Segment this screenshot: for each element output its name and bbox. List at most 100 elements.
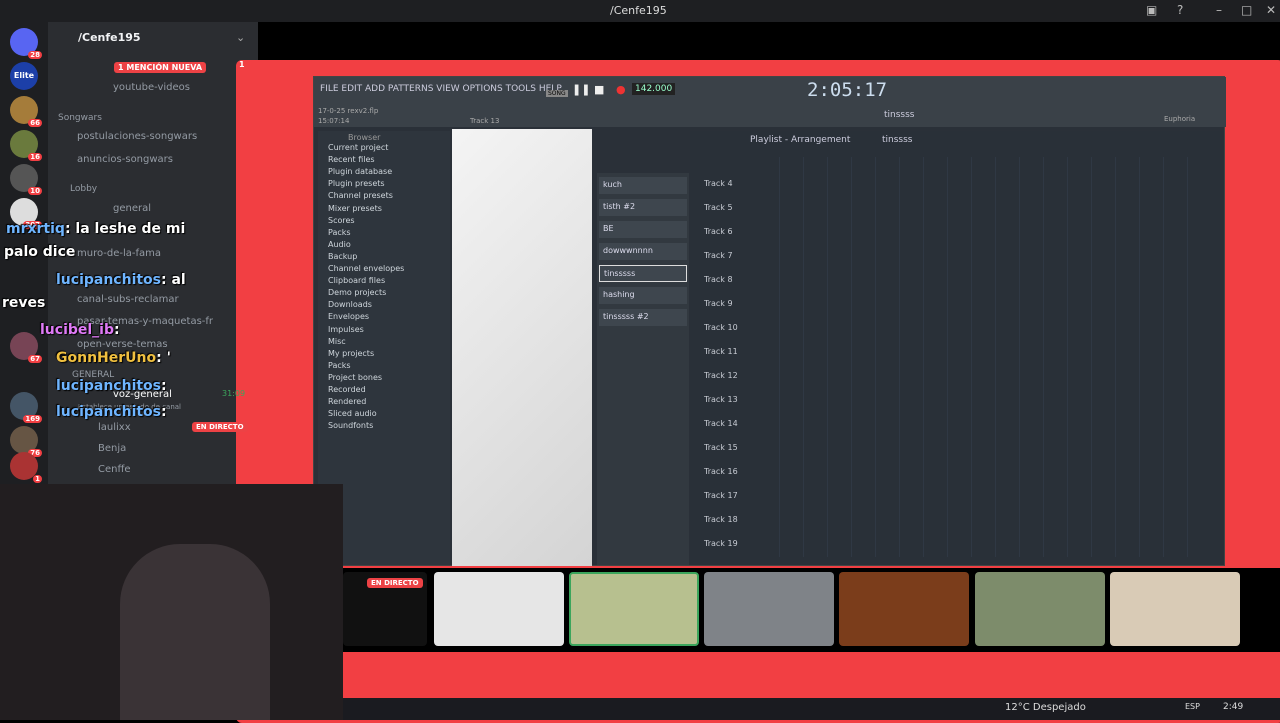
channel-muro[interactable]: muro-de-la-fama (77, 248, 161, 259)
track-label[interactable]: Track 8 (704, 275, 733, 284)
pattern-item[interactable]: tisth #2 (599, 199, 687, 216)
browser-item[interactable]: Plugin presets (328, 179, 385, 188)
server-icon[interactable]: 16 (10, 130, 42, 161)
pattern-item[interactable]: tinsssss #2 (599, 309, 687, 326)
taskbar: 12°C Despejado ESP 2:49 (343, 698, 1280, 720)
browser-item[interactable]: Current project (328, 143, 388, 152)
playlist-grid[interactable] (779, 157, 1199, 557)
track-label[interactable]: Track 6 (704, 227, 733, 236)
browser-item[interactable]: Scores (328, 216, 355, 225)
track-label[interactable]: Track 4 (704, 179, 733, 188)
channel-youtube-videos[interactable]: youtube-videos (113, 82, 190, 93)
category-songwars[interactable]: Songwars (58, 113, 102, 123)
server-icon[interactable]: 28 (10, 28, 42, 59)
participant-tile[interactable] (975, 572, 1105, 646)
fl-studio-window[interactable]: FILE EDIT ADD PATTERNS VIEW OPTIONS TOOL… (313, 76, 1226, 566)
track-label[interactable]: Track 13 (704, 395, 738, 404)
track-label[interactable]: Track 9 (704, 299, 733, 308)
track-label[interactable]: Track 18 (704, 515, 738, 524)
server-name[interactable]: /Cenfe195 (78, 31, 141, 44)
playlist-pattern[interactable]: tinssss (882, 135, 913, 145)
close-icon[interactable]: ✕ (1266, 3, 1276, 17)
channel-anuncios[interactable]: anuncios-songwars (77, 154, 173, 165)
song-toggle[interactable]: SONG (546, 90, 568, 97)
track-label[interactable]: Track 10 (704, 323, 738, 332)
tempo-display[interactable]: 142.000 (632, 83, 676, 95)
participant-tile[interactable] (1110, 572, 1240, 646)
server-icon[interactable]: 76 (10, 426, 42, 457)
server-icon[interactable]: 67 (10, 332, 42, 363)
track-label[interactable]: Track 17 (704, 491, 738, 500)
track-label[interactable]: Track 19 (704, 539, 738, 548)
browser-item[interactable]: Channel presets (328, 191, 393, 200)
weather-text[interactable]: 12°C Despejado (1005, 702, 1086, 713)
help-icon[interactable]: ? (1177, 3, 1183, 17)
browser-item[interactable]: Envelopes (328, 312, 369, 321)
pattern-item[interactable]: BE (599, 221, 687, 238)
browser-item[interactable]: Impulses (328, 325, 364, 334)
track-label[interactable]: Track 12 (704, 371, 738, 380)
track-label[interactable]: Track 14 (704, 419, 738, 428)
browser-item[interactable]: Plugin database (328, 167, 392, 176)
browser-item[interactable]: Misc (328, 337, 346, 346)
screen-share-tile[interactable]: EN DIRECTO (343, 572, 427, 646)
live-badge: EN DIRECTO (367, 578, 423, 588)
channel-open-verse[interactable]: open-verse-temas (77, 339, 168, 350)
mention-badge[interactable]: 1 MENCIÓN NUEVA (114, 62, 207, 73)
participant-tile[interactable] (839, 572, 969, 646)
browser-item[interactable]: Packs (328, 228, 351, 237)
track-label[interactable]: Track 16 (704, 467, 738, 476)
pattern-item[interactable]: dowwwnnnn (599, 243, 687, 260)
voice-user[interactable]: laulixx (98, 422, 131, 433)
browser-item[interactable]: Backup (328, 252, 357, 261)
maximize-icon[interactable]: □ (1241, 3, 1252, 17)
voice-user[interactable]: Cenffe (98, 464, 131, 475)
browser-item[interactable]: Soundfonts (328, 421, 373, 430)
stop-icon[interactable]: ■ (594, 83, 604, 96)
browser-item[interactable]: Packs (328, 361, 351, 370)
chevron-down-icon[interactable]: ⌄ (236, 31, 245, 44)
participant-tile[interactable] (434, 572, 564, 646)
browser-item[interactable]: Recent files (328, 155, 375, 164)
participant-tile[interactable] (704, 572, 834, 646)
browser-item[interactable]: Downloads (328, 300, 372, 309)
channel-subs[interactable]: canal-subs-reclamar (77, 294, 179, 305)
track-label[interactable]: Track 7 (704, 251, 733, 260)
server-icon[interactable]: 1 (10, 452, 42, 483)
browser-item[interactable]: My projects (328, 349, 374, 358)
pattern-item[interactable]: tinsssss (599, 265, 687, 282)
server-icon[interactable]: 66 (10, 96, 42, 127)
fl-menu[interactable]: FILE EDIT ADD PATTERNS VIEW OPTIONS TOOL… (320, 84, 562, 94)
clock[interactable]: 2:49 (1223, 702, 1243, 712)
pattern-selector[interactable]: tinssss (884, 110, 915, 120)
lang-indicator[interactable]: ESP (1185, 702, 1200, 711)
server-icon[interactable]: Elite (10, 62, 38, 90)
browser-item[interactable]: Mixer presets (328, 204, 382, 213)
pattern-item[interactable]: kuch (599, 177, 687, 194)
browser-item[interactable]: Project bones (328, 373, 382, 382)
participant-tile[interactable] (569, 572, 699, 646)
pattern-item[interactable]: hashing (599, 287, 687, 304)
voice-user[interactable]: Benja (98, 443, 126, 454)
browser-item[interactable]: Clipboard files (328, 276, 385, 285)
browser-item[interactable]: Recorded (328, 385, 366, 394)
server-icon[interactable]: 169 (10, 392, 42, 423)
channel-postulaciones[interactable]: postulaciones-songwars (77, 131, 197, 142)
browser-item[interactable]: Audio (328, 240, 351, 249)
play-icon[interactable]: ❚❚ (572, 83, 590, 96)
minimize-icon[interactable]: – (1216, 3, 1222, 17)
chat-text: : ' (156, 350, 171, 366)
record-icon[interactable]: ● (616, 83, 626, 96)
channel-general[interactable]: general (113, 203, 151, 214)
track-label[interactable]: Track 11 (704, 347, 738, 356)
inbox-icon[interactable]: ▣ (1146, 3, 1157, 17)
category-lobby[interactable]: Lobby (70, 184, 97, 194)
browser-item[interactable]: Sliced audio (328, 409, 377, 418)
browser-item[interactable]: Channel envelopes (328, 264, 404, 273)
live-badge: EN DIRECTO (192, 422, 248, 432)
track-label[interactable]: Track 15 (704, 443, 738, 452)
server-icon[interactable]: 10 (10, 164, 42, 195)
browser-item[interactable]: Rendered (328, 397, 366, 406)
browser-item[interactable]: Demo projects (328, 288, 386, 297)
track-label[interactable]: Track 5 (704, 203, 733, 212)
